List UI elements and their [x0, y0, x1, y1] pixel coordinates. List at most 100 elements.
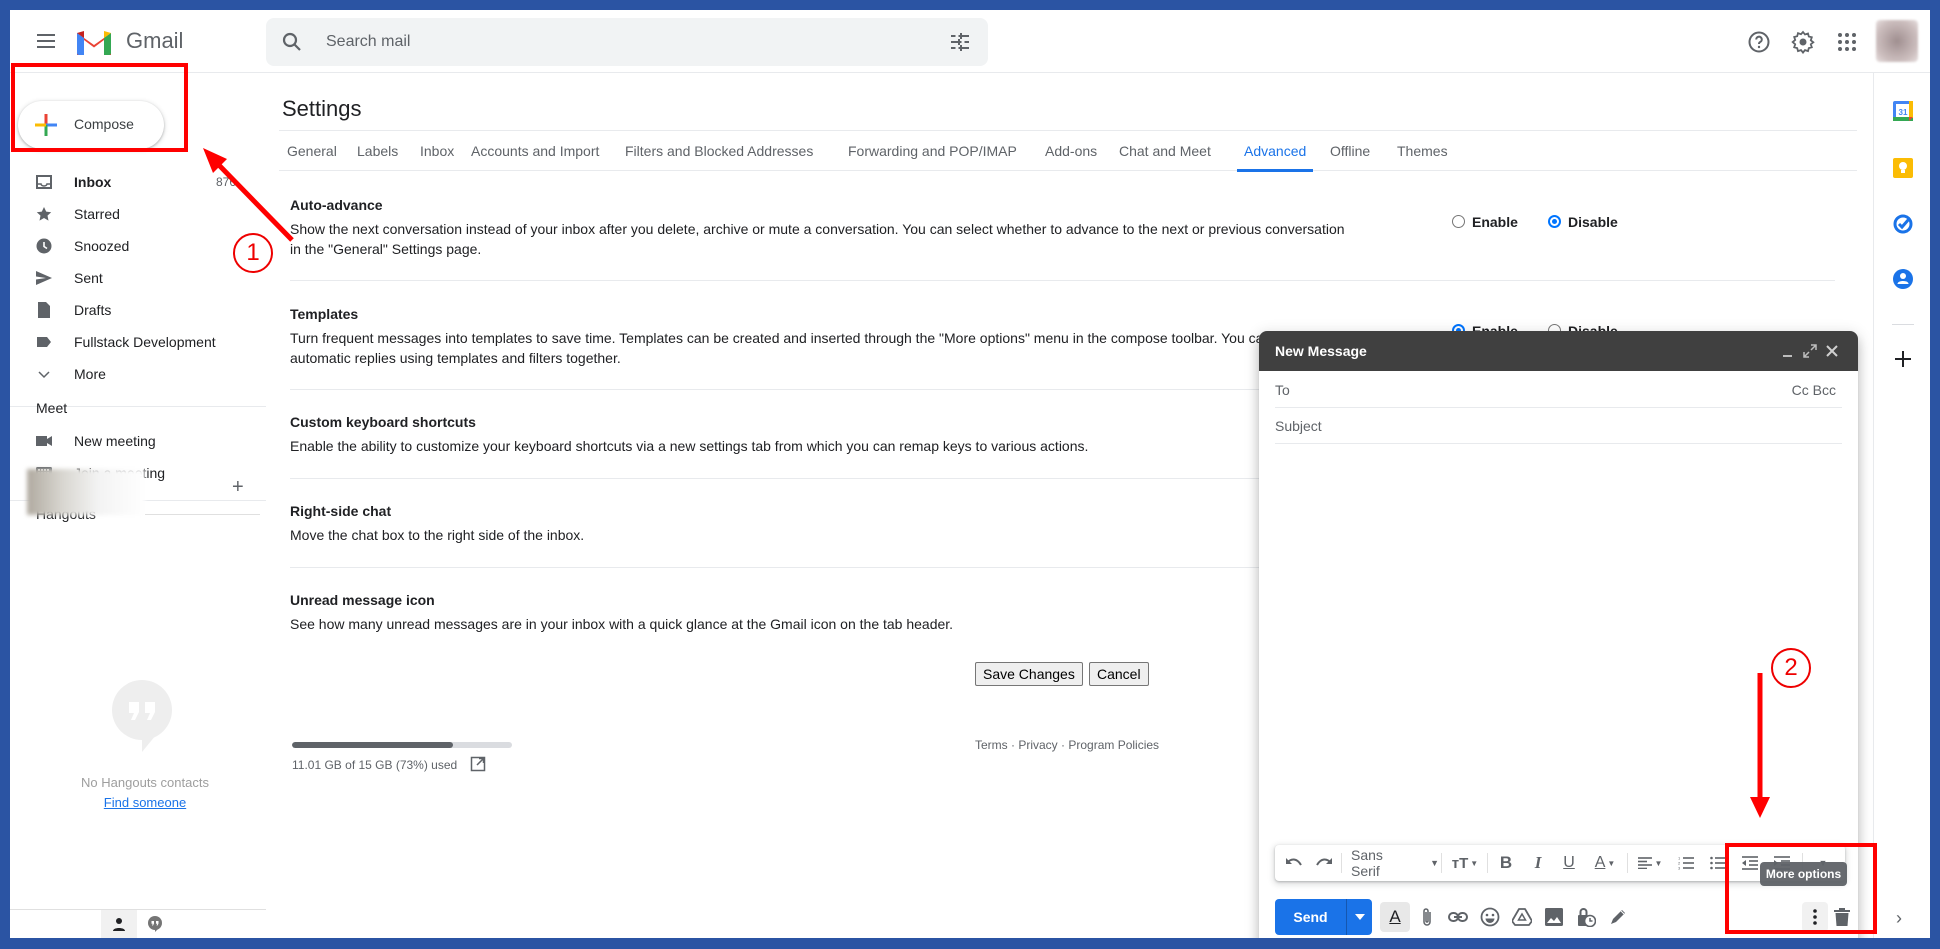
hangouts-conversations-tab[interactable] [137, 910, 173, 938]
sidebar-item-label: Fullstack Development [74, 334, 216, 350]
sidebar-item-drafts[interactable]: Drafts [10, 294, 240, 326]
sidebar-item-label: Starred [74, 206, 120, 222]
tab-advanced[interactable]: Advanced [1236, 131, 1314, 172]
fullscreen-icon[interactable] [1802, 343, 1818, 359]
insert-photo-icon[interactable] [1543, 906, 1565, 928]
confidential-mode-icon[interactable] [1575, 906, 1597, 928]
attach-files-icon[interactable] [1416, 906, 1438, 928]
terms-link[interactable]: Terms [975, 738, 1008, 752]
insert-link-icon[interactable] [1447, 906, 1469, 928]
underline-icon[interactable]: U [1556, 845, 1582, 881]
help-icon[interactable] [1747, 30, 1771, 54]
gmail-window: Gmail Compose Inbox 876 [10, 10, 1930, 938]
program-policies-link[interactable]: Program Policies [1068, 738, 1159, 752]
svg-text:31: 31 [1899, 108, 1908, 117]
search-icon[interactable] [280, 30, 304, 54]
sidebar-item-more[interactable]: More [10, 358, 240, 390]
mail-nav: Inbox 876 Starred Snoozed Sent Drafts Fu… [10, 166, 266, 390]
undo-icon[interactable] [1281, 845, 1307, 881]
account-avatar[interactable] [1876, 20, 1918, 62]
insert-emoji-icon[interactable] [1479, 906, 1501, 928]
google-contacts-icon[interactable] [1892, 268, 1914, 290]
open-storage-external-icon[interactable] [470, 756, 486, 772]
tab-general[interactable]: General [287, 131, 337, 171]
add-addon-plus-icon[interactable] [1892, 348, 1914, 370]
schedule-send-dropdown-icon[interactable] [1347, 899, 1372, 935]
find-someone-link[interactable]: Find someone [10, 795, 280, 810]
bold-icon[interactable]: B [1493, 845, 1519, 881]
search-options-icon[interactable] [948, 30, 972, 54]
google-tasks-icon[interactable] [1892, 212, 1914, 234]
text-color-icon[interactable]: A ▼ [1587, 845, 1623, 881]
show-side-panel-chevron-icon[interactable]: › [1896, 908, 1902, 929]
privacy-link[interactable]: Privacy [1018, 738, 1057, 752]
label-icon [37, 337, 51, 347]
settings-gear-icon[interactable] [1791, 30, 1815, 54]
hangouts-contact-avatar[interactable] [27, 469, 145, 515]
add-hangout-icon[interactable]: + [232, 476, 244, 499]
numbered-list-icon[interactable]: 123 [1673, 845, 1699, 881]
tab-themes[interactable]: Themes [1397, 131, 1448, 171]
tab-chat-and-meet[interactable]: Chat and Meet [1119, 131, 1211, 171]
annotation-step-2: 2 [1771, 648, 1811, 688]
sidebar-item-label: Drafts [74, 302, 112, 318]
setting-title: Templates [290, 306, 359, 322]
cc-bcc-link[interactable]: Cc Bcc [1792, 382, 1836, 398]
hangouts-bubble-icon [112, 680, 172, 752]
send-button[interactable]: Send [1275, 899, 1347, 935]
sidebar-item-label: Sent [74, 270, 103, 286]
cancel-button[interactable]: Cancel [1089, 662, 1149, 686]
tab-labels[interactable]: Labels [357, 131, 398, 171]
redo-icon[interactable] [1311, 845, 1337, 881]
minimize-icon[interactable] [1780, 343, 1796, 359]
search-input[interactable] [326, 18, 886, 66]
annotation-highlight-more-options [1725, 843, 1877, 934]
auto-advance-enable-radio[interactable]: Enable [1452, 214, 1532, 230]
font-family-select[interactable]: Sans Serif ▼ [1347, 845, 1439, 881]
svg-text:3: 3 [1678, 866, 1681, 871]
google-keep-icon[interactable] [1892, 157, 1914, 179]
google-calendar-icon[interactable]: 31 [1892, 100, 1914, 122]
formatting-options-icon[interactable]: A [1380, 902, 1410, 932]
setting-description: Enable the ability to customize your key… [290, 438, 1089, 454]
sidebar-item-new-meeting[interactable]: New meeting [10, 425, 240, 457]
left-sidebar: Compose Inbox 876 Starred Snoozed Sent D… [10, 73, 266, 938]
to-input[interactable] [1275, 372, 1775, 407]
align-icon[interactable]: ▼ [1632, 845, 1668, 881]
gmail-logo-icon[interactable] [74, 27, 114, 57]
subject-input[interactable] [1275, 408, 1775, 443]
tab-add-ons[interactable]: Add-ons [1045, 131, 1097, 171]
tab-accounts-and-import[interactable]: Accounts and Import [471, 131, 599, 171]
tab-offline[interactable]: Offline [1330, 131, 1370, 171]
apps-grid-icon[interactable] [1835, 30, 1859, 54]
sidebar-item-starred[interactable]: Starred [10, 198, 240, 230]
italic-icon[interactable]: I [1525, 845, 1551, 881]
font-size-icon[interactable]: ᴛT ▼ [1447, 845, 1483, 881]
no-hangouts-contacts-text: No Hangouts contacts [81, 775, 209, 790]
compose-header[interactable]: New Message [1259, 331, 1858, 371]
insert-drive-file-icon[interactable] [1511, 906, 1533, 928]
hangouts-divider [145, 514, 260, 515]
close-icon[interactable] [1824, 343, 1840, 359]
sidebar-item-label: More [74, 366, 106, 382]
inbox-icon [36, 175, 52, 189]
auto-advance-disable-radio[interactable]: Disable [1548, 214, 1628, 230]
message-body-editor[interactable] [1275, 449, 1842, 833]
storage-usage-fill [292, 742, 453, 748]
sidebar-item-inbox[interactable]: Inbox 876 [10, 166, 240, 198]
insert-signature-icon[interactable] [1607, 906, 1629, 928]
sidebar-item-snoozed[interactable]: Snoozed [10, 230, 240, 262]
setting-description: Move the chat box to the right side of t… [290, 527, 585, 543]
contacts-tab[interactable] [101, 910, 137, 938]
save-changes-button[interactable]: Save Changes [975, 662, 1083, 686]
setting-description: See how many unread messages are in your… [290, 616, 954, 632]
sidebar-item-fullstack-development[interactable]: Fullstack Development [10, 326, 240, 358]
tab-forwarding-pop-imap[interactable]: Forwarding and POP/IMAP [848, 131, 1017, 171]
tab-filters-and-blocked-addresses[interactable]: Filters and Blocked Addresses [625, 131, 813, 171]
main-menu-icon[interactable] [34, 30, 58, 54]
compose-title: New Message [1275, 343, 1367, 359]
draft-icon [38, 302, 50, 318]
tab-inbox[interactable]: Inbox [420, 131, 454, 171]
sidebar-item-sent[interactable]: Sent [10, 262, 240, 294]
footer-links: Terms · Privacy · Program Policies [975, 738, 1160, 752]
